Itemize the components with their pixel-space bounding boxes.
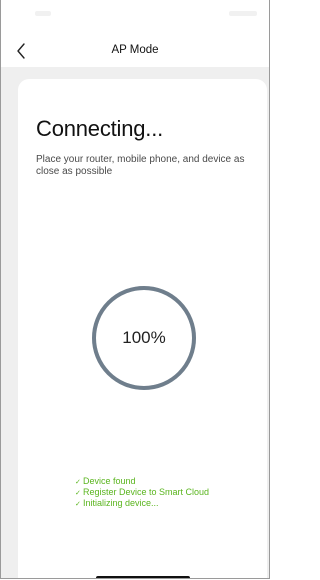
status-time xyxy=(35,11,51,16)
connection-card: Connecting... Place your router, mobile … xyxy=(18,79,267,578)
progress-ring: 100% xyxy=(91,285,197,391)
step-register-device: ✓ Register Device to Smart Cloud xyxy=(75,487,209,498)
navigation-bar: AP Mode xyxy=(1,34,269,67)
check-icon: ✓ xyxy=(75,501,81,508)
step-label: Device found xyxy=(83,476,136,486)
page-title: AP Mode xyxy=(111,44,159,56)
screen: AP Mode Connecting... Place your router,… xyxy=(0,0,270,579)
status-bar xyxy=(1,0,269,34)
step-label: Initializing device... xyxy=(83,498,159,508)
connection-instructions: Place your router, mobile phone, and dev… xyxy=(36,154,245,177)
step-initializing-device: ✓ Initializing device... xyxy=(75,498,209,509)
home-indicator xyxy=(96,576,190,578)
connection-steps: ✓ Device found ✓ Register Device to Smart … xyxy=(75,476,209,509)
connecting-heading: Connecting... xyxy=(36,116,164,141)
progress-percentage: 100% xyxy=(122,328,166,347)
step-label: Register Device to Smart Cloud xyxy=(83,487,210,497)
step-device-found: ✓ Device found xyxy=(75,476,209,487)
status-indicators xyxy=(229,11,257,16)
